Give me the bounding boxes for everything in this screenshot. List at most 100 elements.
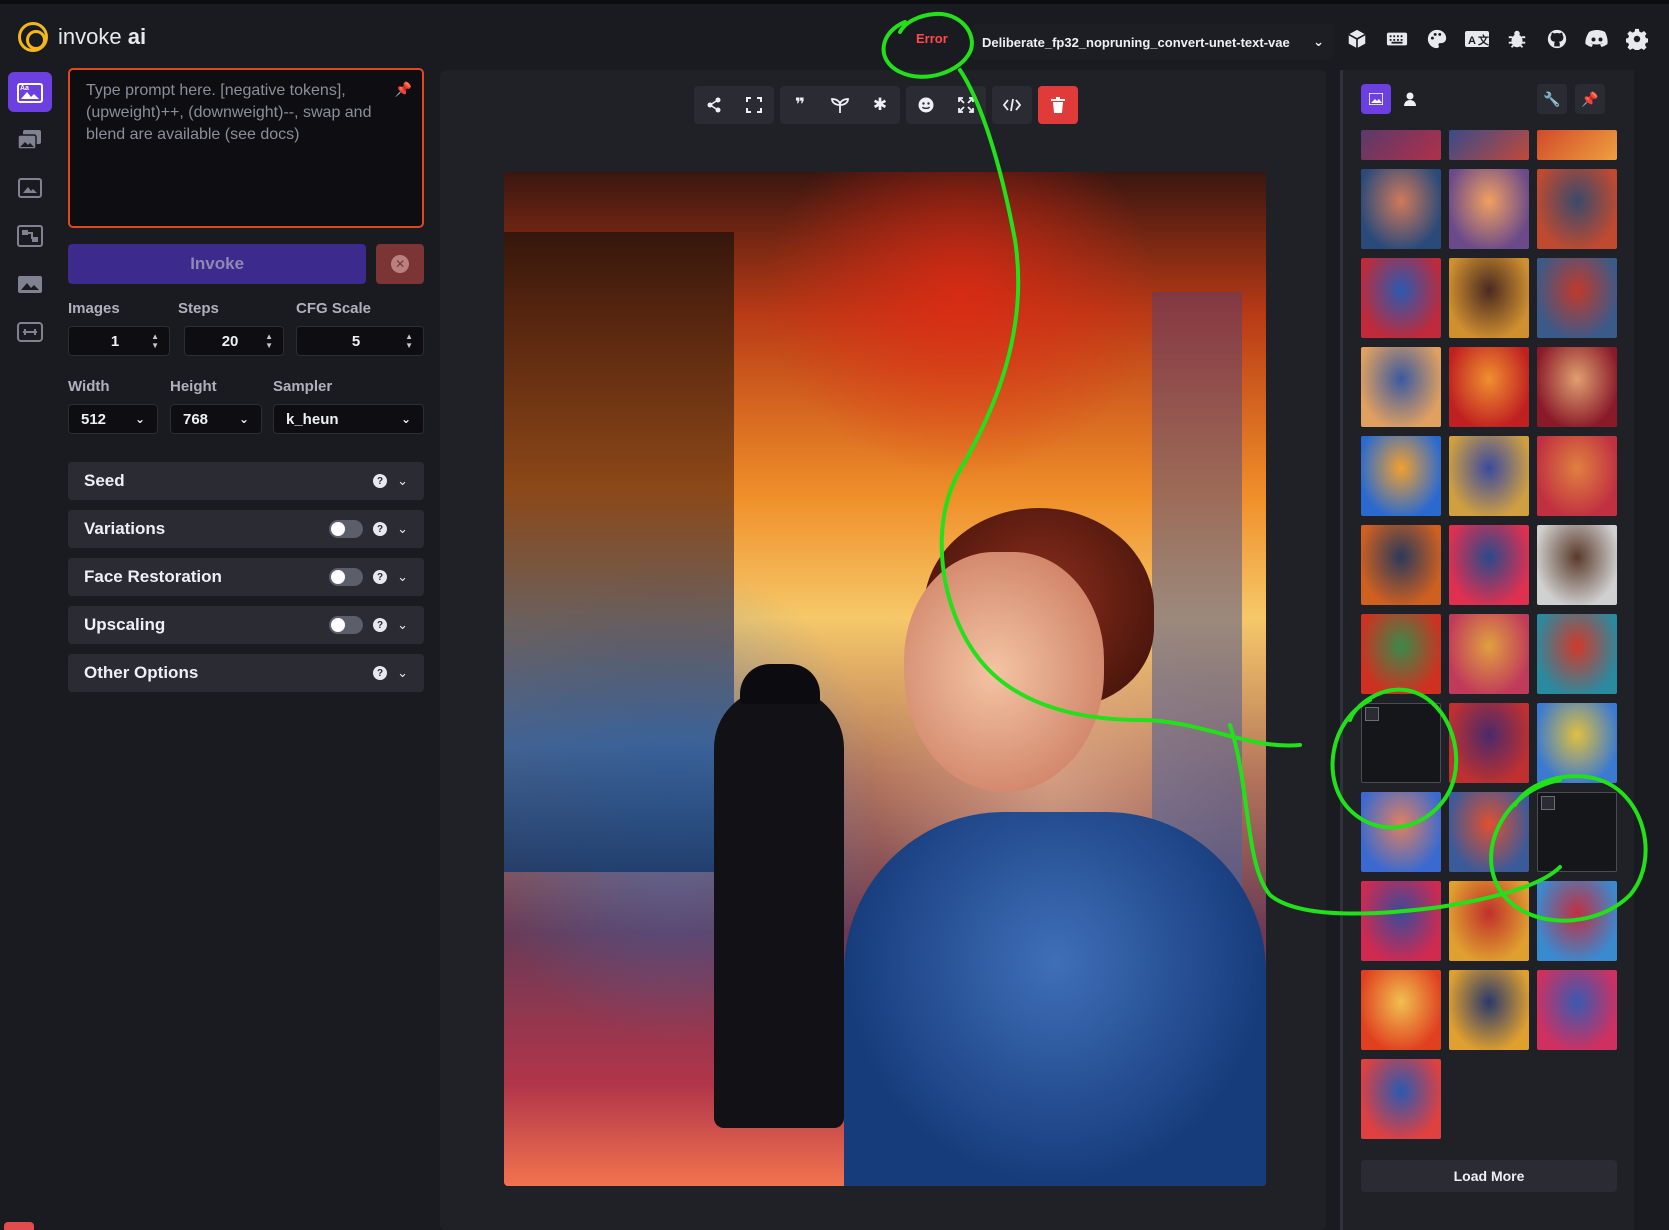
sampler-select[interactable]: k_heun ⌄	[273, 404, 424, 434]
asterisk-icon[interactable]: ✱	[860, 86, 900, 124]
chevron-down-icon: ⌄	[397, 665, 408, 680]
nodes-icon[interactable]	[8, 216, 52, 256]
thumbnail-grid	[1361, 80, 1617, 1139]
sampler-label: Sampler	[273, 378, 333, 395]
chevron-down-icon: ⌄	[397, 473, 408, 488]
chevron-down-icon: ⌄	[397, 521, 408, 536]
options-panel: Type prompt here. [negative tokens], (up…	[68, 68, 424, 692]
share-icon[interactable]	[694, 86, 734, 124]
sprout-icon[interactable]	[820, 86, 860, 124]
gallery-thumbnail[interactable]	[1537, 525, 1617, 605]
accordion-other-options[interactable]: Other Options ? ⌄	[68, 654, 424, 692]
image-to-image-icon[interactable]	[8, 120, 52, 160]
bug-icon[interactable]	[1504, 26, 1530, 52]
chevron-down-icon: ⌄	[397, 617, 408, 632]
stepper-icon[interactable]: ▲ ▼	[265, 332, 273, 350]
help-icon[interactable]: ?	[373, 666, 388, 680]
help-icon[interactable]: ?	[373, 618, 388, 632]
load-more-button[interactable]: Load More	[1361, 1160, 1617, 1192]
gallery-thumbnail[interactable]	[1449, 881, 1529, 961]
app-title: invoke ai	[58, 24, 147, 49]
gallery-thumbnail[interactable]	[1537, 258, 1617, 338]
gallery-thumbnail[interactable]	[1537, 881, 1617, 961]
gallery-thumbnail[interactable]	[1449, 130, 1529, 160]
postprocessing-icon[interactable]	[8, 264, 52, 304]
width-label: Width	[68, 378, 110, 395]
gallery-thumbnail[interactable]	[1449, 792, 1529, 872]
accordion-face-restoration[interactable]: Face Restoration ? ⌄	[68, 558, 424, 596]
help-icon[interactable]: ?	[373, 570, 388, 584]
accordion-variations[interactable]: Variations ? ⌄	[68, 510, 424, 548]
cfg-label: CFG Scale	[296, 300, 372, 317]
face-icon[interactable]	[906, 86, 946, 124]
height-select[interactable]: 768 ⌄	[170, 404, 262, 434]
upscaling-toggle[interactable]	[329, 616, 364, 634]
svg-text:Aa: Aa	[20, 85, 29, 92]
cancel-button[interactable]: ✕	[376, 244, 424, 284]
gallery-thumbnail[interactable]	[1361, 614, 1441, 694]
palette-icon[interactable]	[1424, 26, 1450, 52]
invoke-button[interactable]: Invoke	[68, 244, 367, 284]
gallery-thumbnail[interactable]	[1361, 792, 1441, 872]
trash-icon[interactable]	[1038, 86, 1078, 124]
code-icon[interactable]	[992, 86, 1032, 124]
gallery-thumbnail-broken[interactable]	[1537, 792, 1617, 872]
gallery-thumbnail[interactable]	[1449, 169, 1529, 249]
gallery-thumbnail[interactable]	[1449, 703, 1529, 783]
width-select[interactable]: 512 ⌄	[68, 404, 158, 434]
model-select[interactable]: Deliberate_fp32_nopruning_convert-unet-t…	[972, 24, 1334, 60]
gallery-thumbnail[interactable]	[1537, 614, 1617, 694]
fullscreen-icon[interactable]	[734, 86, 774, 124]
pin-icon[interactable]: 📌	[395, 78, 412, 100]
translate-icon[interactable]: A文	[1464, 26, 1490, 52]
stepper-icon[interactable]: ▲ ▼	[405, 332, 413, 350]
gallery-thumbnail[interactable]	[1361, 1059, 1441, 1139]
text-to-image-icon[interactable]: Aa	[8, 72, 52, 112]
prompt-input[interactable]: Type prompt here. [negative tokens], (up…	[68, 68, 424, 228]
discord-icon[interactable]	[1584, 26, 1610, 52]
gallery-thumbnail[interactable]	[1449, 436, 1529, 516]
gallery-thumbnail[interactable]	[1537, 703, 1617, 783]
stepper-icon[interactable]: ▲ ▼	[151, 332, 159, 350]
help-icon[interactable]: ?	[373, 522, 388, 536]
expand-icon[interactable]	[946, 86, 986, 124]
variations-toggle[interactable]	[329, 520, 364, 538]
gallery-thumbnail[interactable]	[1361, 881, 1441, 961]
gallery-thumbnail[interactable]	[1361, 436, 1441, 516]
cfg-input[interactable]: 5 ▲ ▼	[296, 326, 424, 356]
gallery-thumbnail[interactable]	[1361, 258, 1441, 338]
gallery-thumbnail[interactable]	[1361, 169, 1441, 249]
settings-icon[interactable]	[1624, 26, 1650, 52]
notification-chip[interactable]	[4, 1222, 34, 1230]
gallery-thumbnail[interactable]	[1537, 347, 1617, 427]
gallery-thumbnail[interactable]	[1361, 130, 1441, 160]
gallery-thumbnail[interactable]	[1449, 347, 1529, 427]
gallery-thumbnail[interactable]	[1361, 347, 1441, 427]
gallery-thumbnail[interactable]	[1537, 436, 1617, 516]
gallery-thumbnail[interactable]	[1449, 258, 1529, 338]
steps-input[interactable]: 20 ▲ ▼	[184, 326, 284, 356]
gallery-thumbnail[interactable]	[1537, 130, 1617, 160]
unified-canvas-icon[interactable]	[8, 168, 52, 208]
gallery-thumbnail[interactable]	[1537, 169, 1617, 249]
gallery-thumbnail-broken[interactable]	[1361, 703, 1441, 783]
cube-icon[interactable]	[1344, 26, 1370, 52]
gallery-thumbnail[interactable]	[1449, 525, 1529, 605]
quote-icon[interactable]: ❞	[780, 86, 820, 124]
invoke-logo-icon	[18, 22, 48, 52]
gallery-thumbnail[interactable]	[1449, 614, 1529, 694]
gallery-thumbnail[interactable]	[1361, 970, 1441, 1050]
model-name: Deliberate_fp32_nopruning_convert-unet-t…	[982, 34, 1290, 50]
gallery-thumbnail[interactable]	[1537, 970, 1617, 1050]
help-icon[interactable]: ?	[373, 474, 388, 488]
image-gallery: 🔧 📌 Load More	[1340, 70, 1634, 1230]
keyboard-icon[interactable]	[1384, 26, 1410, 52]
accordion-seed[interactable]: Seed ? ⌄	[68, 462, 424, 500]
gallery-thumbnail[interactable]	[1361, 525, 1441, 605]
training-icon[interactable]	[8, 312, 52, 352]
images-input[interactable]: 1 ▲ ▼	[68, 326, 170, 356]
gallery-thumbnail[interactable]	[1449, 970, 1529, 1050]
accordion-upscaling[interactable]: Upscaling ? ⌄	[68, 606, 424, 644]
github-icon[interactable]	[1544, 26, 1570, 52]
face-restoration-toggle[interactable]	[329, 568, 364, 586]
